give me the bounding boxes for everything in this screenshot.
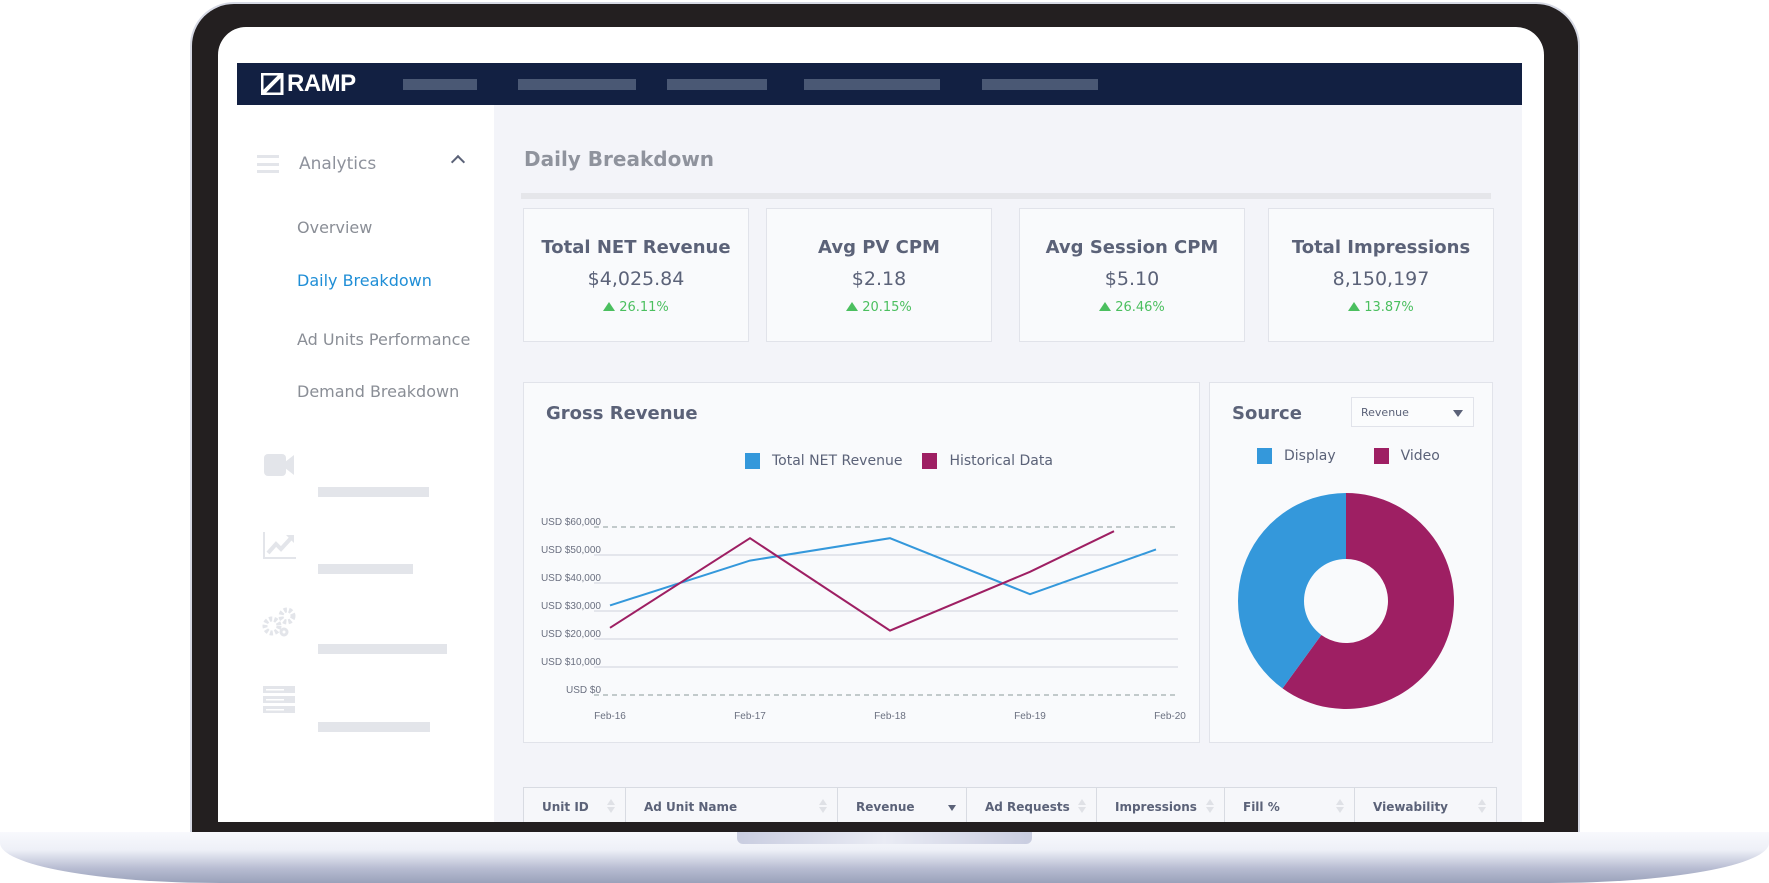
kpi-card-total-impressions: Total Impressions 8,150,197 13.87% [1268, 208, 1494, 342]
nav-item-placeholder[interactable] [518, 79, 636, 90]
y-tick-label: USD $30,000 [541, 601, 601, 612]
laptop-hinge-notch [737, 832, 1032, 844]
sidebar-item-demand-breakdown[interactable]: Demand Breakdown [297, 382, 459, 401]
sidebar-section-analytics[interactable]: Analytics [257, 149, 477, 179]
column-header-impressions[interactable]: Impressions [1097, 788, 1225, 822]
chevron-up-icon[interactable] [450, 154, 466, 170]
page-title: Daily Breakdown [524, 147, 715, 171]
y-tick-label: USD $10,000 [541, 657, 601, 668]
server-icon[interactable] [262, 685, 296, 715]
column-header-ad-requests[interactable]: Ad Requests [967, 788, 1097, 822]
kpi-delta: 26.11% [524, 300, 748, 315]
source-panel: Source Revenue Display Video [1209, 382, 1493, 743]
column-header-fill-percent[interactable]: Fill % [1225, 788, 1355, 822]
kpi-card-total-net-revenue: Total NET Revenue $4,025.84 26.11% [523, 208, 749, 342]
sidebar-item-overview[interactable]: Overview [297, 218, 372, 237]
column-header-ad-unit-name[interactable]: Ad Unit Name [626, 788, 838, 822]
column-label: Viewability [1373, 800, 1448, 814]
kpi-value: $5.10 [1104, 268, 1160, 290]
x-tick-label: Feb-17 [734, 711, 766, 722]
gears-icon[interactable] [262, 607, 296, 637]
kpi-value: $2.18 [851, 268, 907, 290]
column-header-revenue[interactable]: Revenue [838, 788, 967, 822]
kpi-delta-value: 26.46% [1115, 300, 1165, 315]
kpi-delta-value: 26.11% [619, 300, 669, 315]
sidebar: Analytics Overview Daily Breakdown Ad Un… [237, 105, 494, 822]
sidebar-item-placeholder[interactable] [318, 564, 413, 574]
sidebar-item-placeholder[interactable] [318, 644, 447, 654]
kpi-title: Avg PV CPM [818, 237, 940, 258]
sort-icon[interactable] [1078, 799, 1086, 815]
sidebar-item-placeholder[interactable] [318, 487, 429, 497]
series-line-total-net-revenue [609, 537, 1157, 607]
y-tick-label: USD $60,000 [541, 517, 601, 528]
sort-desc-icon[interactable] [948, 799, 956, 815]
column-label: Unit ID [542, 800, 589, 814]
x-tick-label: Feb-16 [594, 711, 626, 722]
source-donut-chart [1238, 493, 1454, 709]
screen: RAMP Analytics Overview Daily Breakdown … [218, 27, 1544, 822]
ad-units-table-header: Unit ID Ad Unit Name Revenue Ad Requests… [523, 787, 1497, 822]
ramp-logo[interactable]: RAMP [261, 70, 356, 98]
arrow-up-icon [603, 302, 616, 311]
brand-name: RAMP [287, 70, 356, 97]
sidebar-item-placeholder[interactable] [318, 722, 430, 732]
sort-icon[interactable] [1336, 799, 1344, 815]
column-label: Revenue [856, 800, 915, 814]
gross-revenue-line-chart: USD $0 USD $10,000 USD $20,000 USD $30,000 U… [541, 517, 1186, 722]
kpi-delta: 13.87% [1269, 300, 1493, 315]
kpi-value: $4,025.84 [587, 268, 685, 290]
y-tick-label: USD $40,000 [541, 573, 601, 584]
y-tick-label: USD $20,000 [541, 629, 601, 640]
video-camera-icon[interactable] [262, 450, 296, 480]
x-tick-label: Feb-19 [1014, 711, 1046, 722]
column-header-viewability[interactable]: Viewability [1355, 788, 1496, 822]
arrow-up-icon [846, 302, 859, 311]
nav-item-placeholder[interactable] [804, 79, 940, 90]
nav-item-placeholder[interactable] [982, 79, 1098, 90]
kpi-title: Total NET Revenue [541, 237, 731, 258]
title-divider [521, 193, 1491, 199]
kpi-delta: 20.15% [767, 300, 991, 315]
kpi-card-avg-pv-cpm: Avg PV CPM $2.18 20.15% [766, 208, 992, 342]
sidebar-item-ad-units-performance[interactable]: Ad Units Performance [297, 330, 470, 349]
main-content: Daily Breakdown Total NET Revenue $4,025… [494, 105, 1522, 822]
y-tick-label: USD $50,000 [541, 545, 601, 556]
gross-revenue-panel: Gross Revenue Total NET Revenue Historic… [523, 382, 1200, 743]
kpi-delta: 26.46% [1020, 300, 1244, 315]
menu-icon [257, 155, 279, 173]
x-tick-label: Feb-20 [1154, 711, 1186, 722]
kpi-title: Avg Session CPM [1045, 237, 1219, 258]
ramp-logo-mark-icon [261, 73, 284, 95]
kpi-value: 8,150,197 [1332, 268, 1430, 290]
sort-icon[interactable] [1478, 799, 1486, 815]
top-navbar: RAMP [237, 63, 1522, 105]
y-tick-label: USD $0 [566, 685, 601, 696]
sidebar-section-label: Analytics [299, 154, 377, 174]
arrow-up-icon [1099, 302, 1112, 311]
kpi-title: Total Impressions [1291, 237, 1471, 258]
column-label: Impressions [1115, 800, 1197, 814]
nav-item-placeholder[interactable] [403, 79, 477, 90]
kpi-delta-value: 13.87% [1364, 300, 1414, 315]
kpi-delta-value: 20.15% [862, 300, 912, 315]
sort-icon[interactable] [819, 799, 827, 815]
column-label: Ad Requests [985, 800, 1070, 814]
column-label: Ad Unit Name [644, 800, 738, 814]
trend-chart-icon[interactable] [262, 530, 296, 560]
column-label: Fill % [1243, 800, 1280, 814]
sort-icon[interactable] [607, 799, 615, 815]
column-header-unit-id[interactable]: Unit ID [524, 788, 626, 822]
arrow-up-icon [1348, 302, 1361, 311]
sidebar-item-daily-breakdown[interactable]: Daily Breakdown [297, 271, 432, 290]
x-tick-label: Feb-18 [874, 711, 906, 722]
sort-icon[interactable] [1206, 799, 1214, 815]
kpi-card-avg-session-cpm: Avg Session CPM $5.10 26.46% [1019, 208, 1245, 342]
nav-item-placeholder[interactable] [667, 79, 767, 90]
